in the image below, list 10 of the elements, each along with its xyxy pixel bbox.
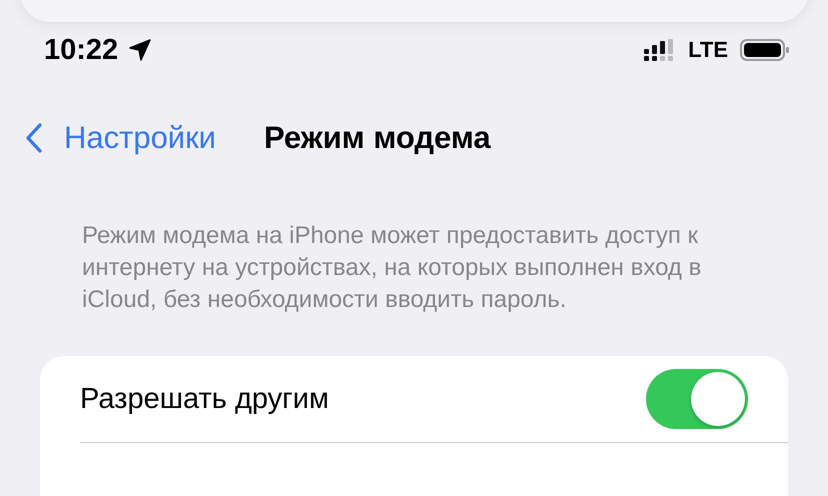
status-time: 10:22 (44, 34, 118, 66)
signal-icon (644, 39, 674, 61)
back-button[interactable]: Настройки (26, 120, 216, 156)
battery-icon (740, 39, 790, 61)
row-label: Разрешать другим (80, 382, 330, 416)
chevron-left-icon (26, 123, 42, 153)
description-text: Режим модема на iPhone может предоставить доступ к интернету на устройствах, на которых выполнен вход в iCloud, без необходимости вводить пароль. (82, 221, 702, 315)
network-type: LTE (688, 37, 728, 63)
page-title: Режим модема (264, 120, 491, 156)
location-arrow-icon (128, 38, 152, 62)
